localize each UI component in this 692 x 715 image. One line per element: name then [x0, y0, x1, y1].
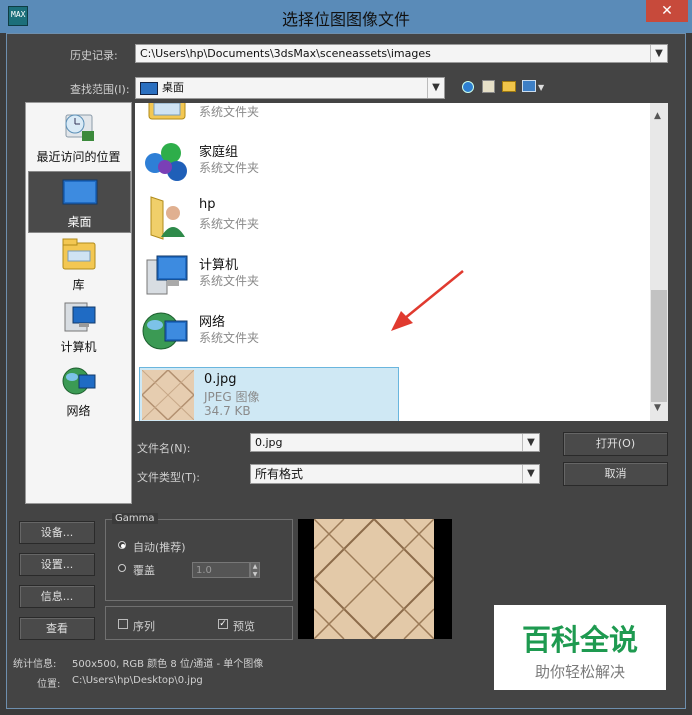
history-label: 历史记录: — [70, 49, 118, 62]
list-item[interactable]: 系统文件夹 — [135, 103, 650, 133]
stats-label: 统计信息: — [13, 659, 57, 670]
network-icon — [62, 367, 95, 395]
item-type: 系统文件夹 — [199, 274, 260, 288]
computer-icon — [64, 302, 95, 332]
chevron-down-icon[interactable]: ▼ — [522, 434, 539, 451]
user-folder-icon — [150, 196, 185, 240]
watermark-title: 百科全说 — [521, 623, 638, 657]
place-label: 桌面 — [67, 215, 92, 229]
preview-label: 预览 — [233, 620, 255, 633]
item-name: 家庭组 — [199, 145, 239, 160]
libraries-folder-icon — [148, 103, 186, 120]
list-item[interactable]: hp 系统文件夹 — [135, 189, 650, 245]
view-button[interactable]: 查看 — [19, 617, 95, 640]
filename-value: 0.jpg — [255, 436, 283, 449]
chevron-down-icon[interactable]: ▼ — [538, 83, 544, 92]
scrollbar-thumb[interactable] — [651, 290, 667, 402]
desktop-icon — [140, 81, 158, 95]
watermark-subtitle: 助你轻松解决 — [534, 663, 625, 681]
lookin-label: 查找范围(I): — [70, 83, 130, 96]
place-desktop[interactable]: 桌面 — [28, 171, 131, 233]
place-label: 计算机 — [60, 340, 97, 354]
scroll-up-icon[interactable]: ▲ — [654, 111, 661, 121]
item-name: 0.jpg — [204, 372, 237, 387]
filetype-label: 文件类型(T): — [137, 471, 201, 484]
back-icon[interactable] — [462, 81, 474, 93]
chevron-down-icon[interactable]: ▼ — [522, 465, 539, 483]
item-name: 网络 — [199, 315, 226, 330]
computer-icon — [146, 255, 188, 295]
gamma-override-input[interactable]: 1.0 — [192, 562, 250, 578]
item-name: 计算机 — [199, 258, 239, 273]
item-type: 系统文件夹 — [199, 217, 260, 231]
list-item[interactable]: 家庭组 系统文件夹 — [135, 133, 650, 189]
sequence-checkbox[interactable] — [118, 619, 128, 629]
history-value: C:\Users\hp\Documents\3dsMax\sceneassets… — [140, 47, 431, 60]
gamma-override-label: 覆盖 — [133, 564, 155, 577]
gamma-group — [105, 519, 293, 601]
setup-button[interactable]: 设备... — [19, 521, 95, 544]
tile-preview-image — [314, 519, 434, 639]
location-value: C:\Users\hp\Desktop\0.jpg — [72, 675, 203, 686]
place-label: 最近访问的位置 — [36, 150, 121, 164]
sequence-label: 序列 — [133, 620, 155, 633]
chevron-down-icon[interactable]: ▼ — [427, 78, 444, 98]
place-label: 网络 — [66, 404, 91, 418]
gamma-title: Gamma — [112, 513, 158, 524]
gamma-override-radio[interactable] — [118, 564, 126, 572]
desktop-icon — [62, 179, 97, 205]
place-label: 库 — [72, 278, 85, 292]
gamma-auto-radio[interactable] — [118, 541, 126, 549]
scroll-down-icon[interactable]: ▼ — [654, 403, 661, 413]
homegroup-icon — [145, 143, 187, 181]
info-button[interactable]: 信息... — [19, 585, 95, 608]
image-preview — [298, 519, 452, 639]
settings-button[interactable]: 设置... — [19, 553, 95, 576]
history-combo[interactable]: C:\Users\hp\Documents\3dsMax\sceneassets… — [135, 44, 668, 63]
recent-places-icon — [65, 114, 94, 141]
place-libraries[interactable]: 库 — [28, 237, 129, 295]
annotation-arrow-icon — [391, 270, 464, 331]
place-computer[interactable]: 计算机 — [28, 299, 129, 357]
open-button[interactable]: 打开(O) — [563, 432, 668, 456]
location-label: 位置: — [37, 679, 61, 690]
item-type: 系统文件夹 — [199, 161, 260, 175]
close-button[interactable]: ✕ — [646, 0, 688, 22]
window-title: 选择位图图像文件 — [281, 10, 410, 29]
stats-value: 500x500, RGB 颜色 8 位/通道 - 单个图像 — [72, 659, 264, 670]
item-type: JPEG 图像 — [204, 390, 260, 404]
lookin-value: 桌面 — [162, 81, 184, 94]
lookin-combo[interactable]: 桌面 ▼ — [135, 77, 445, 99]
places-bar: 最近访问的位置 桌面 库 计算机 网络 — [25, 102, 132, 504]
filename-input[interactable]: 0.jpg ▼ — [250, 433, 540, 452]
item-size: 34.7 KB — [204, 404, 251, 418]
filetype-value: 所有格式 — [255, 467, 304, 481]
item-type: 系统文件夹 — [199, 105, 260, 119]
chevron-down-icon[interactable]: ▼ — [650, 45, 667, 62]
item-name: hp — [199, 197, 216, 212]
network-icon — [142, 312, 188, 350]
new-folder-icon[interactable] — [502, 81, 516, 92]
place-network[interactable]: 网络 — [28, 363, 129, 421]
filename-label: 文件名(N): — [137, 442, 191, 455]
jpg-thumbnail — [142, 370, 194, 420]
view-menu-icon[interactable] — [522, 80, 536, 92]
gamma-auto-label: 自动(推荐) — [133, 541, 186, 554]
libraries-icon — [62, 238, 95, 270]
place-recent[interactable]: 最近访问的位置 — [28, 109, 129, 169]
file-list[interactable]: 系统文件夹 家庭组 系统文件夹 hp 系统文件夹 计算机 系统文件夹 网络 系统… — [135, 103, 650, 421]
list-item-selected[interactable]: 0.jpg JPEG 图像 34.7 KB — [139, 367, 399, 421]
cancel-button[interactable]: 取消 — [563, 462, 668, 486]
watermark-logo: 百科全说 助你轻松解决 — [494, 605, 666, 690]
item-type: 系统文件夹 — [199, 331, 260, 345]
preview-checkbox[interactable]: ✓ — [218, 619, 228, 629]
spinner-icon[interactable]: ▲ ▼ — [250, 562, 260, 578]
filetype-select[interactable]: 所有格式 ▼ — [250, 464, 540, 484]
up-folder-icon[interactable] — [482, 80, 495, 93]
